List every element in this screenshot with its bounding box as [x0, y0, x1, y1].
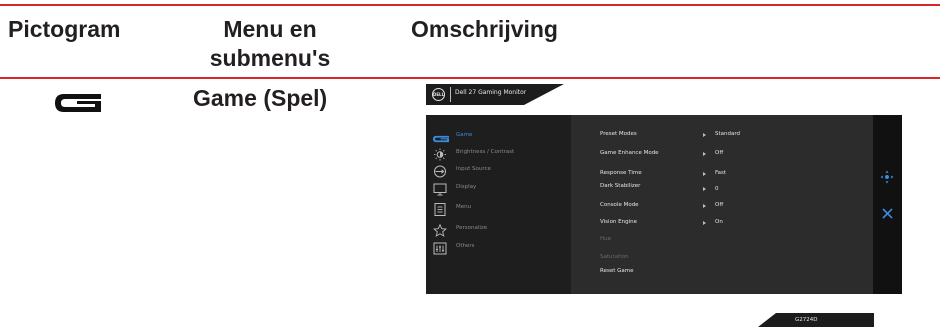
star-icon — [432, 222, 449, 237]
nav-item-brightness-contrast[interactable]: Brightness / Contrast — [433, 146, 568, 161]
osd-title: Dell 27 Gaming Monitor — [455, 89, 527, 96]
model-tab-cut — [758, 313, 776, 327]
nav-label: Game — [456, 132, 473, 138]
setting-dark-stabilizer[interactable]: Dark Stabilizer — [600, 183, 640, 189]
game-icon — [433, 129, 449, 143]
nav-item-menu[interactable]: Menu — [433, 201, 568, 216]
setting-value: 0 — [715, 186, 719, 192]
setting-value: Off — [715, 202, 724, 208]
chevron-right-icon — [703, 172, 706, 176]
setting-value: Fast — [715, 170, 727, 176]
setting-vision-engine[interactable]: Vision Engine — [600, 219, 637, 225]
row-label-game: Game (Spel) — [193, 85, 328, 111]
input-source-icon — [433, 163, 449, 178]
menu-icon — [433, 201, 449, 216]
navigate-icon[interactable] — [880, 169, 894, 188]
nav-label: Input Source — [456, 166, 491, 172]
header-bottom-rule — [0, 77, 940, 79]
nav-label: Others — [456, 243, 475, 249]
nav-item-personalize[interactable]: Personalize — [432, 222, 568, 237]
display-icon — [433, 181, 449, 196]
setting-value: On — [715, 219, 723, 225]
nav-item-input-source[interactable]: Input Source — [433, 163, 568, 178]
setting-preset-modes[interactable]: Preset Modes — [600, 131, 637, 137]
nav-item-display[interactable]: Display — [433, 181, 568, 196]
model-label: G2724D — [795, 317, 818, 323]
chevron-right-icon — [703, 204, 706, 208]
chevron-right-icon — [703, 133, 706, 137]
nav-label: Brightness / Contrast — [456, 149, 515, 155]
header-menu-line1: Menu en — [223, 16, 317, 42]
osd-title-tab — [524, 84, 564, 105]
nav-item-game[interactable]: Game — [433, 129, 568, 143]
setting-saturation: Saturation — [600, 254, 629, 260]
dell-logo: DELL — [432, 88, 445, 101]
setting-console-mode[interactable]: Console Mode — [600, 202, 639, 208]
osd-title-separator — [450, 87, 451, 102]
setting-value: Standard — [715, 131, 741, 137]
others-icon — [433, 240, 449, 255]
nav-label: Menu — [456, 204, 472, 210]
setting-response-time[interactable]: Response Time — [600, 170, 642, 176]
header-top-rule — [0, 4, 940, 6]
nav-label: Personalize — [456, 225, 488, 231]
brightness-icon — [433, 146, 449, 161]
nav-item-others[interactable]: Others — [433, 240, 568, 255]
setting-game-enhance-mode[interactable]: Game Enhance Mode — [600, 150, 659, 156]
setting-reset-game[interactable]: Reset Game — [600, 268, 634, 274]
close-icon[interactable] — [882, 204, 893, 223]
nav-label: Display — [456, 184, 477, 190]
chevron-right-icon — [703, 152, 706, 156]
setting-hue: Hue — [600, 236, 612, 242]
game-g-icon — [55, 94, 101, 117]
header-pictogram: Pictogram — [8, 16, 121, 42]
chevron-right-icon — [703, 221, 706, 225]
header-description: Omschrijving — [411, 16, 558, 42]
header-menu-line2: submenu's — [209, 45, 331, 71]
setting-value: Off — [715, 150, 724, 156]
chevron-right-icon — [703, 187, 706, 191]
